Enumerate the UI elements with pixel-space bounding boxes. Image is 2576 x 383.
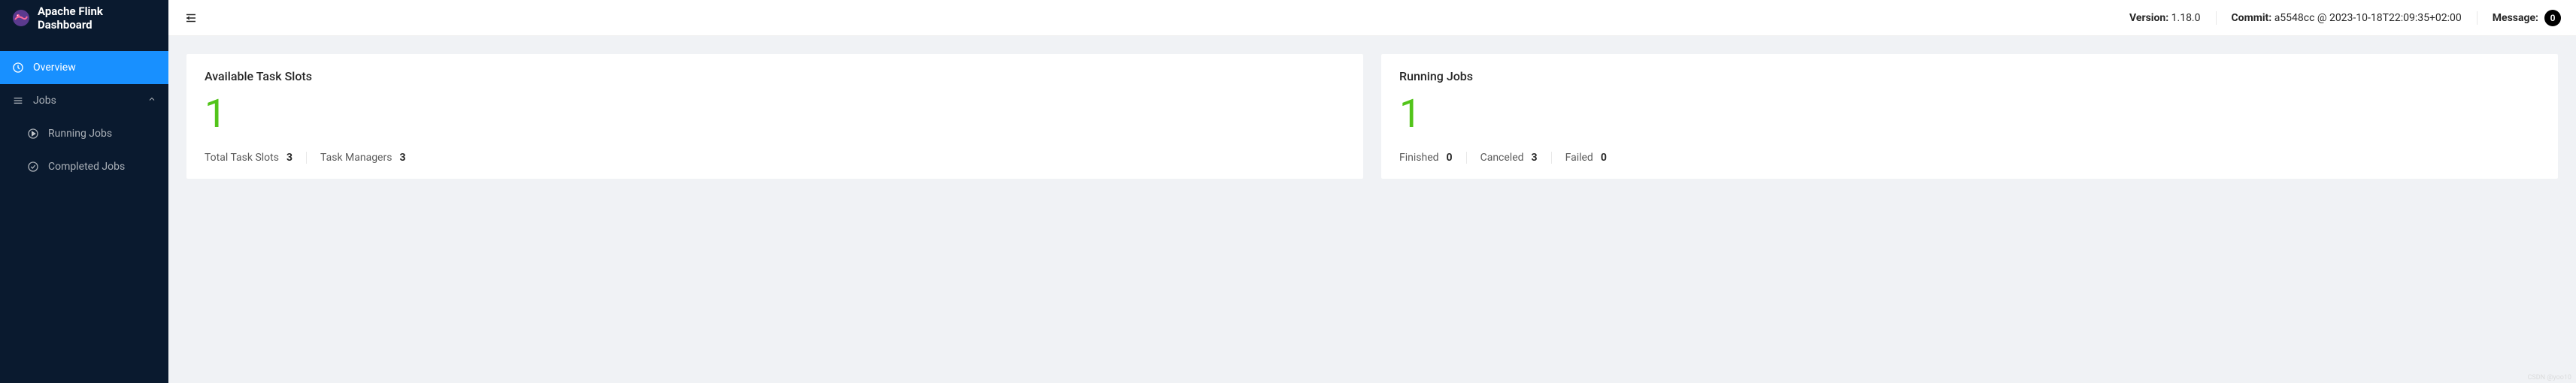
app-title: Apache Flink Dashboard — [38, 5, 156, 32]
sidebar-nav: Overview Jobs — [0, 36, 168, 183]
divider — [1551, 152, 1552, 164]
stat-value: 3 — [399, 152, 405, 164]
divider — [2477, 11, 2478, 25]
task-slots-card: Available Task Slots 1 Total Task Slots … — [186, 54, 1363, 179]
canceled-stat: Canceled 3 — [1480, 152, 1538, 164]
running-jobs-card: Running Jobs 1 Finished 0 Canceled 3 Fai… — [1381, 54, 2558, 179]
flink-logo-icon — [12, 9, 30, 27]
message-count-badge[interactable]: 0 — [2544, 10, 2561, 26]
commit-label: Commit: — [2232, 12, 2272, 24]
sidebar-item-jobs[interactable]: Jobs — [0, 84, 168, 117]
sidebar-item-label: Completed Jobs — [48, 161, 125, 173]
stat-label: Total Task Slots — [205, 152, 279, 164]
top-header: Version: 1.18.0 Commit: a5548cc @ 2023-1… — [168, 0, 2576, 36]
stat-label: Finished — [1399, 152, 1439, 164]
failed-stat: Failed 0 — [1565, 152, 1607, 164]
running-jobs-value: 1 — [1399, 92, 2540, 135]
sidebar-item-completed-jobs[interactable]: Completed Jobs — [0, 150, 168, 183]
sidebar-header: Apache Flink Dashboard — [0, 0, 168, 36]
message-label: Message: — [2493, 12, 2538, 24]
sidebar-item-running-jobs[interactable]: Running Jobs — [0, 117, 168, 150]
sidebar-item-overview[interactable]: Overview — [0, 51, 168, 84]
sidebar-item-label: Overview — [33, 62, 76, 74]
divider — [1466, 152, 1467, 164]
total-slots-stat: Total Task Slots 3 — [205, 152, 292, 164]
check-circle-icon — [27, 161, 39, 173]
stat-label: Task Managers — [320, 152, 392, 164]
stat-label: Failed — [1565, 152, 1593, 164]
sidebar-item-label: Jobs — [33, 95, 56, 107]
dashboard-icon — [12, 62, 24, 74]
sidebar: Apache Flink Dashboard Overview — [0, 0, 168, 383]
stat-value: 3 — [286, 152, 292, 164]
message-info: Message: 0 — [2493, 10, 2561, 26]
version-info: Version: 1.18.0 — [2129, 12, 2200, 24]
card-title: Available Task Slots — [205, 69, 1345, 83]
version-value: 1.18.0 — [2171, 12, 2201, 24]
commit-info: Commit: a5548cc @ 2023-10-18T22:09:35+02… — [2232, 12, 2462, 24]
bars-icon — [12, 95, 24, 107]
chevron-up-icon — [147, 95, 156, 107]
divider — [306, 152, 307, 164]
overview-content: Available Task Slots 1 Total Task Slots … — [168, 36, 2576, 197]
play-circle-icon — [27, 128, 39, 140]
sidebar-item-label: Running Jobs — [48, 128, 112, 140]
stat-value: 0 — [1601, 152, 1607, 164]
card-title: Running Jobs — [1399, 69, 2540, 83]
stat-value: 0 — [1447, 152, 1453, 164]
available-slots-value: 1 — [205, 92, 1345, 135]
divider — [2216, 11, 2217, 25]
watermark: CSDN @yoo10 — [2528, 374, 2571, 381]
main-content: Version: 1.18.0 Commit: a5548cc @ 2023-1… — [168, 0, 2576, 383]
finished-stat: Finished 0 — [1399, 152, 1453, 164]
menu-fold-icon[interactable] — [183, 11, 199, 26]
version-label: Version: — [2129, 12, 2168, 24]
stat-value: 3 — [1532, 152, 1538, 164]
commit-value: a5548cc @ 2023-10-18T22:09:35+02:00 — [2274, 12, 2462, 24]
task-managers-stat: Task Managers 3 — [320, 152, 405, 164]
stat-label: Canceled — [1480, 152, 1524, 164]
